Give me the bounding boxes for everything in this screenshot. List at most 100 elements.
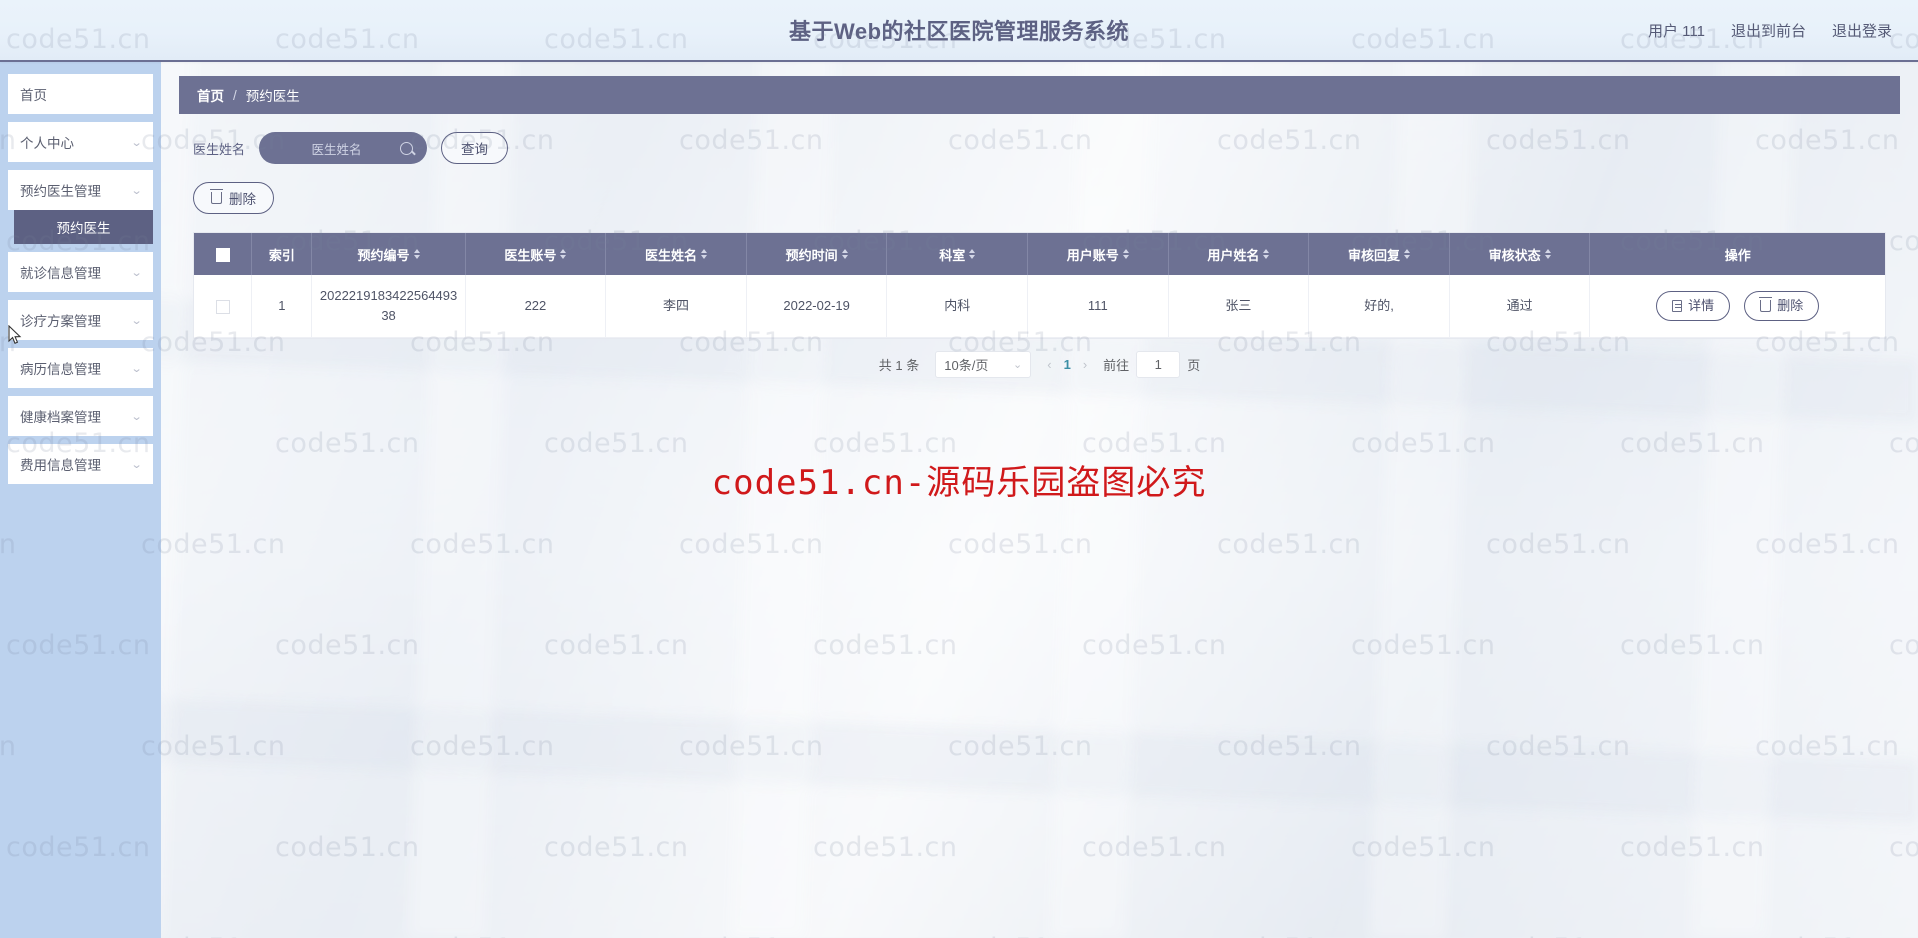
page-number-1[interactable]: 1 <box>1064 357 1071 372</box>
column-header-order-no[interactable]: 预约编号 <box>311 233 466 275</box>
cell-user-name: 张三 <box>1168 275 1310 338</box>
column-header-department[interactable]: 科室 <box>886 233 1029 275</box>
sidebar-item-fee-info-management[interactable]: 费用信息管理 ⌄ <box>8 444 153 484</box>
sidebar-group-treatment: 诊疗方案管理 ⌄ <box>0 300 161 340</box>
chevron-down-icon: ⌄ <box>130 184 143 197</box>
sort-icon[interactable] <box>1263 249 1270 259</box>
sidebar-item-health-record-management[interactable]: 健康档案管理 ⌄ <box>8 396 153 436</box>
table-header: 索引 预约编号 医生账号 医生姓名 预约时间 科室 用户账号 用户姓名 审核回复… <box>194 233 1885 275</box>
app-header: 基于Web的社区医院管理服务系统 用户 111 退出到前台 退出登录 <box>0 0 1918 62</box>
sidebar-item-treatment-plan-management[interactable]: 诊疗方案管理 ⌄ <box>8 300 153 340</box>
select-all-header <box>194 233 253 275</box>
page-size-value: 10条/页 <box>944 357 989 373</box>
sort-icon[interactable] <box>1404 249 1410 259</box>
sidebar-item-medical-record-management[interactable]: 病历信息管理 ⌄ <box>8 348 153 388</box>
column-header-operation: 操作 <box>1589 233 1885 275</box>
column-label: 用户账号 <box>1066 247 1119 263</box>
app-root: 基于Web的社区医院管理服务系统 用户 111 退出到前台 退出登录 首页 个人… <box>0 0 1918 938</box>
next-page-button[interactable]: › <box>1083 357 1087 372</box>
cell-department: 内科 <box>886 275 1029 338</box>
sidebar-group-visit: 就诊信息管理 ⌄ <box>0 252 161 292</box>
data-table: 索引 预约编号 医生账号 医生姓名 预约时间 科室 用户账号 用户姓名 审核回复… <box>193 232 1886 339</box>
table-body: 1 202221918342256449338 222 李四 2022-02-1… <box>194 275 1885 338</box>
search-label: 医生姓名 <box>193 141 246 157</box>
sidebar-subitem-appointment-doctor[interactable]: 预约医生 <box>14 210 153 244</box>
cell-operation: 详情 删除 <box>1589 275 1885 338</box>
sidebar-item-home[interactable]: 首页 <box>8 74 153 114</box>
column-label: 医生账号 <box>504 247 557 263</box>
chevron-down-icon: ⌄ <box>1013 358 1023 371</box>
breadcrumb: 首页 / 预约医生 <box>179 76 1900 114</box>
breadcrumb-home[interactable]: 首页 <box>197 85 224 105</box>
chevron-down-icon: ⌄ <box>130 314 143 327</box>
detail-button[interactable]: 详情 <box>1656 290 1731 321</box>
prev-page-button[interactable]: ‹ <box>1047 357 1051 372</box>
column-header-user-account[interactable]: 用户账号 <box>1027 233 1169 275</box>
sort-icon[interactable] <box>1122 249 1129 259</box>
sidebar-item-label: 首页 <box>20 88 47 103</box>
chevron-down-icon: ⌄ <box>130 136 143 149</box>
cell-audit-reply: 好的, <box>1308 275 1450 338</box>
sidebar-item-visit-info-management[interactable]: 就诊信息管理 ⌄ <box>8 252 153 292</box>
column-header-audit-status[interactable]: 审核状态 <box>1449 233 1591 275</box>
sidebar-group-medical-record: 病历信息管理 ⌄ <box>0 348 161 388</box>
pagination: 共 1 条 10条/页 ⌄ ‹ 1 › 前往 1 页 <box>179 350 1900 378</box>
query-button[interactable]: 查询 <box>441 132 509 164</box>
sidebar-item-label: 个人中心 <box>20 136 74 151</box>
column-header-appointment-time[interactable]: 预约时间 <box>746 233 888 275</box>
column-header-index: 索引 <box>251 233 313 275</box>
cell-appointment-time: 2022-02-19 <box>746 275 888 338</box>
sort-icon[interactable] <box>560 249 567 259</box>
search-input[interactable]: 医生姓名 <box>259 132 428 164</box>
page-jump-unit: 页 <box>1187 357 1201 373</box>
sidebar-item-personal-center[interactable]: 个人中心 ⌄ <box>8 122 153 162</box>
bulk-action-row: 删除 <box>179 164 1900 214</box>
delete-button[interactable]: 删除 <box>193 182 274 214</box>
trash-icon <box>209 189 223 204</box>
column-header-doctor-account[interactable]: 医生账号 <box>465 233 607 275</box>
column-label: 预约编号 <box>357 247 410 263</box>
breadcrumb-separator: / <box>233 87 237 103</box>
exit-to-frontend-link[interactable]: 退出到前台 <box>1731 20 1806 41</box>
select-all-checkbox[interactable] <box>215 247 230 262</box>
column-label: 索引 <box>268 247 295 263</box>
column-label: 审核回复 <box>1347 247 1400 263</box>
column-header-user-name[interactable]: 用户姓名 <box>1168 233 1310 275</box>
column-header-doctor-name[interactable]: 医生姓名 <box>605 233 747 275</box>
trash-icon <box>1758 296 1772 312</box>
search-toolbar: 医生姓名 医生姓名 查询 <box>179 114 1900 164</box>
row-checkbox[interactable] <box>215 299 230 314</box>
sort-icon[interactable] <box>701 249 708 259</box>
detail-button-label: 详情 <box>1688 298 1715 313</box>
search-icon <box>400 141 414 155</box>
row-delete-button[interactable]: 删除 <box>1744 290 1820 321</box>
query-button-label: 查询 <box>461 142 489 157</box>
sidebar: 首页 个人中心 ⌄ 预约医生管理 ⌄ 预约医生 就诊信息管理 ⌄ 诊疗方案管理 … <box>0 62 161 938</box>
sort-icon[interactable] <box>841 249 848 259</box>
breadcrumb-current: 预约医生 <box>245 89 300 104</box>
sidebar-item-label: 健康档案管理 <box>20 410 101 425</box>
sort-icon[interactable] <box>1544 249 1551 259</box>
sidebar-item-appointment-management[interactable]: 预约医生管理 ⌄ <box>8 170 153 210</box>
column-label: 用户姓名 <box>1207 247 1260 263</box>
table-row: 1 202221918342256449338 222 李四 2022-02-1… <box>194 275 1885 338</box>
sidebar-item-label: 病历信息管理 <box>20 362 101 377</box>
column-label: 操作 <box>1724 247 1751 263</box>
cell-order-no: 202221918342256449338 <box>311 275 466 338</box>
logout-link[interactable]: 退出登录 <box>1832 20 1892 41</box>
row-delete-button-label: 删除 <box>1777 298 1804 313</box>
sort-icon[interactable] <box>969 249 976 259</box>
column-header-audit-reply[interactable]: 审核回复 <box>1308 233 1450 275</box>
chevron-down-icon: ⌄ <box>130 458 143 471</box>
sidebar-item-label: 费用信息管理 <box>20 458 101 473</box>
sidebar-item-label: 预约医生管理 <box>20 184 101 199</box>
pagination-total: 共 1 条 <box>878 357 920 373</box>
page-jump-input[interactable]: 1 <box>1136 350 1181 378</box>
sidebar-group-appointment: 预约医生管理 ⌄ 预约医生 <box>0 170 161 244</box>
page-size-select[interactable]: 10条/页 ⌄ <box>935 350 1032 378</box>
chevron-down-icon: ⌄ <box>130 266 143 279</box>
cell-doctor-account: 222 <box>465 275 607 338</box>
cell-index: 1 <box>251 275 313 338</box>
sort-icon[interactable] <box>413 249 420 259</box>
column-label: 医生姓名 <box>645 247 698 263</box>
